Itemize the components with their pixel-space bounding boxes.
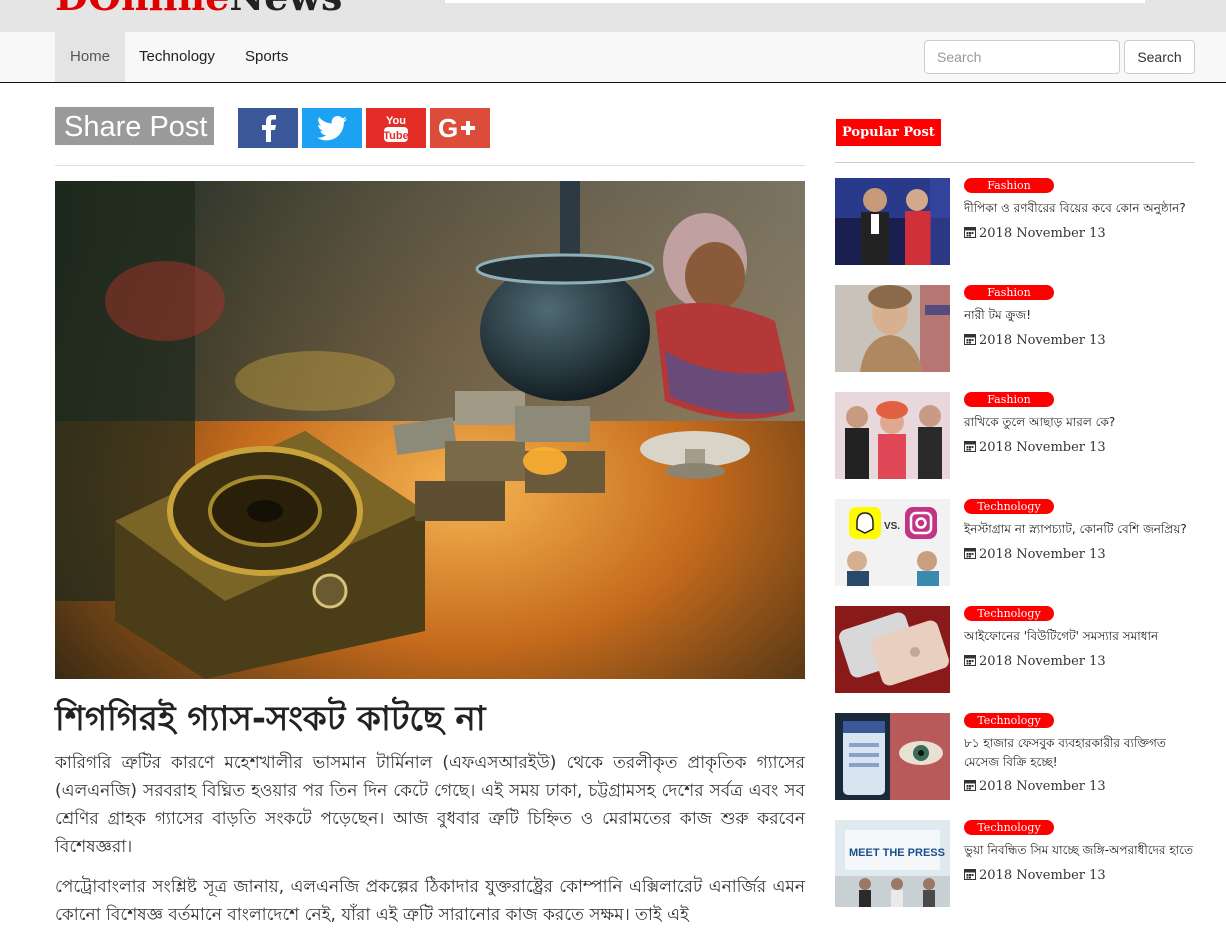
post-date: 2018 November 13 bbox=[964, 547, 1106, 562]
svg-text:MEET THE PRESS: MEET THE PRESS bbox=[849, 847, 945, 859]
article-hero-image bbox=[55, 181, 805, 679]
post-category-badge[interactable]: Fashion bbox=[964, 178, 1054, 193]
post-date: 2018 November 13 bbox=[964, 226, 1106, 241]
article-paragraph-2: পেট্রোবাংলার সংশ্লিষ্ট সূত্র জানায়, এলএ… bbox=[55, 877, 805, 925]
facebook-icon bbox=[262, 115, 276, 142]
post-thumbnail[interactable]: MEET THE PRESS bbox=[835, 820, 950, 907]
google-plus-share-button[interactable]: G bbox=[430, 108, 490, 148]
post-thumbnail[interactable] bbox=[835, 178, 950, 265]
calendar-icon bbox=[964, 441, 976, 452]
post-category-badge[interactable]: Technology bbox=[964, 499, 1054, 514]
calendar-icon bbox=[964, 655, 976, 666]
youtube-icon: You Tube bbox=[383, 115, 409, 142]
popular-post-item[interactable]: Technology আইফোনের 'বিউটিগেট' সমস্যার সম… bbox=[835, 606, 1195, 694]
calendar-icon bbox=[964, 869, 976, 880]
post-date-text: 2018 November 13 bbox=[979, 226, 1106, 241]
post-thumbnail[interactable] bbox=[835, 606, 950, 693]
popular-post-item[interactable]: MEET THE PRESS Technology ভুয়া নিবন্ধিত… bbox=[835, 820, 1195, 908]
site-logo[interactable]: DOnlineNews bbox=[55, 0, 342, 16]
post-thumbnail[interactable] bbox=[835, 285, 950, 372]
post-date: 2018 November 13 bbox=[964, 440, 1106, 455]
nav-sports[interactable]: Sports bbox=[230, 32, 303, 82]
article-headline: শিগগিরই গ্যাস-সংকট কাটছে না bbox=[55, 699, 486, 739]
popular-post-item[interactable]: Fashion রাখিকে তুলে আছাড় মারল কে? 2018 … bbox=[835, 392, 1195, 480]
sidebar-divider bbox=[835, 162, 1195, 163]
post-title[interactable]: ভুয়া নিবন্ধিত সিম যাচ্ছে জঙ্গি-অপরাধীদে… bbox=[964, 841, 1195, 860]
post-title[interactable]: ইনস্টাগ্রাম না স্ন্যাপচ্যাট, কোনটি বেশি … bbox=[964, 520, 1195, 539]
logo-part-1: D bbox=[55, 0, 88, 19]
post-category-badge[interactable]: Technology bbox=[964, 820, 1054, 835]
post-title[interactable]: নারী টম ক্রুজ! bbox=[964, 306, 1195, 325]
article-paragraph-1: কারিগরি ত্রুটির কারণে মহেশখালীর ভাসমান ট… bbox=[55, 753, 805, 857]
facebook-share-button[interactable] bbox=[238, 108, 298, 148]
post-thumbnail[interactable] bbox=[835, 713, 950, 800]
share-post-label: Share Post bbox=[55, 107, 214, 145]
logo-part-2: Online bbox=[88, 0, 229, 19]
post-date-text: 2018 November 13 bbox=[979, 333, 1106, 348]
post-category-badge[interactable]: Fashion bbox=[964, 285, 1054, 300]
post-date-text: 2018 November 13 bbox=[979, 440, 1106, 455]
svg-text:Tube: Tube bbox=[383, 130, 408, 142]
post-date-text: 2018 November 13 bbox=[979, 868, 1106, 883]
post-category-badge[interactable]: Technology bbox=[964, 606, 1054, 621]
post-title[interactable]: রাখিকে তুলে আছাড় মারল কে? bbox=[964, 413, 1195, 432]
search-input[interactable] bbox=[924, 40, 1120, 74]
logo-part-3: News bbox=[229, 0, 342, 19]
popular-post-item[interactable]: VS. Technology ইনস্টাগ্রাম না স্ন্যাপচ্য… bbox=[835, 499, 1195, 587]
calendar-icon bbox=[964, 227, 976, 238]
nav-technology[interactable]: Technology bbox=[124, 32, 230, 82]
nav-home[interactable]: Home bbox=[55, 32, 125, 82]
top-banner: DOnlineNews bbox=[0, 0, 1226, 32]
calendar-icon bbox=[964, 780, 976, 791]
post-date: 2018 November 13 bbox=[964, 654, 1106, 669]
post-date: 2018 November 13 bbox=[964, 333, 1106, 348]
post-category-badge[interactable]: Technology bbox=[964, 713, 1054, 728]
twitter-share-button[interactable] bbox=[302, 108, 362, 148]
svg-text:You: You bbox=[386, 115, 406, 127]
header-ad-slot bbox=[445, 0, 1145, 3]
popular-post-item[interactable]: Technology ৮১ হাজার ফেসবুক ব্যবহারকারীর … bbox=[835, 713, 1195, 801]
post-date: 2018 November 13 bbox=[964, 868, 1106, 883]
post-date-text: 2018 November 13 bbox=[979, 547, 1106, 562]
post-category-badge[interactable]: Fashion bbox=[964, 392, 1054, 407]
post-date-text: 2018 November 13 bbox=[979, 779, 1106, 794]
post-date-text: 2018 November 13 bbox=[979, 654, 1106, 669]
post-date: 2018 November 13 bbox=[964, 779, 1106, 794]
post-title[interactable]: দীপিকা ও রণবীরের বিয়ের কবে কোন অনুষ্ঠান… bbox=[964, 199, 1195, 218]
search-button[interactable]: Search bbox=[1124, 40, 1195, 74]
main-navbar: Home Technology Sports Search bbox=[0, 32, 1226, 83]
post-thumbnail[interactable] bbox=[835, 392, 950, 479]
svg-text:G: G bbox=[438, 114, 458, 142]
svg-text:VS.: VS. bbox=[884, 521, 900, 532]
popular-post-item[interactable]: Fashion নারী টম ক্রুজ! 2018 November 13 bbox=[835, 285, 1195, 373]
post-title[interactable]: ৮১ হাজার ফেসবুক ব্যবহারকারীর ব্যক্তিগত ম… bbox=[964, 734, 1195, 772]
popular-post-heading: Popular Post bbox=[836, 119, 941, 146]
popular-post-item[interactable]: Fashion দীপিকা ও রণবীরের বিয়ের কবে কোন … bbox=[835, 178, 1195, 266]
calendar-icon bbox=[964, 548, 976, 559]
google-plus-icon: G bbox=[438, 114, 475, 142]
youtube-share-button[interactable]: You Tube bbox=[366, 108, 426, 148]
post-thumbnail[interactable]: VS. bbox=[835, 499, 950, 586]
share-divider bbox=[55, 165, 805, 166]
post-title[interactable]: আইফোনের 'বিউটিগেট' সমস্যার সমাধান bbox=[964, 627, 1195, 646]
calendar-icon bbox=[964, 334, 976, 345]
twitter-icon bbox=[317, 115, 347, 140]
